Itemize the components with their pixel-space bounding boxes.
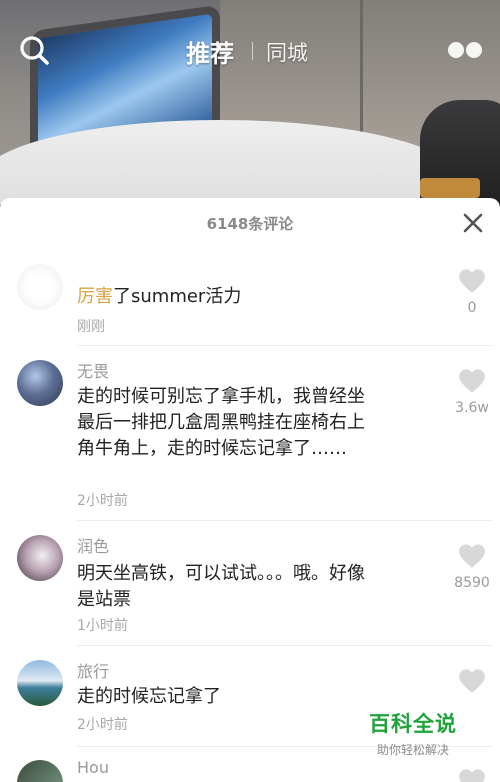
comment-username[interactable]: 旅行 [77, 658, 109, 682]
like-column: 0 [448, 268, 496, 316]
like-count: 0 [467, 300, 477, 316]
comment-text[interactable]: 走的时候忘记拿了 [77, 684, 377, 710]
comment-time: 2小时前 [77, 717, 128, 733]
comment-username[interactable]: Hou [77, 758, 109, 777]
comment-text[interactable]: 厉害了summer活力 [77, 284, 377, 310]
watermark-title: 百科全说 [369, 712, 457, 736]
comment-time: 1小时前 [77, 618, 128, 634]
comment-time: 2小时前 [77, 493, 128, 509]
heart-icon[interactable] [458, 268, 486, 294]
like-column: 3.6w [448, 368, 496, 416]
heart-icon[interactable] [458, 543, 486, 569]
comment-username[interactable]: 无畏 [77, 358, 109, 382]
heart-icon[interactable] [458, 368, 486, 394]
top-bar: 推荐 同城 [0, 0, 500, 100]
highlight-text: 厉害 [77, 286, 113, 307]
avatar[interactable] [17, 660, 63, 706]
like-count: 8590 [454, 575, 490, 591]
comment-count: 6148条评论 [206, 215, 294, 233]
like-column [448, 768, 496, 782]
comment-username[interactable]: 润色 [77, 533, 109, 557]
search-icon[interactable] [18, 34, 52, 68]
divider [77, 645, 493, 646]
more-dots-icon[interactable] [446, 38, 486, 62]
heart-icon[interactable] [458, 668, 486, 694]
tab-recommend[interactable]: 推荐 [186, 34, 234, 69]
like-column [448, 668, 496, 694]
comment-text[interactable]: 明天坐高铁，可以试试。。。哦。好像是站票 [77, 561, 377, 613]
tab-divider [252, 42, 253, 60]
avatar[interactable] [17, 760, 63, 782]
comment-text-rest: 了summer活力 [113, 286, 242, 307]
divider [77, 345, 493, 346]
avatar[interactable] [17, 264, 63, 310]
like-count: 3.6w [455, 400, 489, 416]
heart-icon[interactable] [458, 768, 486, 782]
tab-local[interactable]: 同城 [266, 37, 308, 67]
sheet-header: 6148条评论 [0, 198, 500, 248]
close-icon[interactable] [462, 212, 484, 234]
comment-text[interactable]: 走的时候可别忘了拿手机，我曾经坐最后一排把几盒周黑鸭挂在座椅右上角牛角上，走的时… [77, 384, 377, 462]
comment-time: 刚刚 [77, 319, 105, 335]
watermark-subtitle: 助你轻松解决 [376, 743, 449, 757]
seat-strap [420, 178, 480, 198]
avatar[interactable] [17, 535, 63, 581]
watermark-logo: 百科全说 助你轻松解决 [362, 708, 464, 758]
avatar[interactable] [17, 360, 63, 406]
like-column: 8590 [448, 543, 496, 591]
divider [77, 520, 493, 521]
comment-sheet: 6148条评论 厉害了summer活力 刚刚 0 无畏 走的时候可别忘了拿手机，… [0, 198, 500, 782]
